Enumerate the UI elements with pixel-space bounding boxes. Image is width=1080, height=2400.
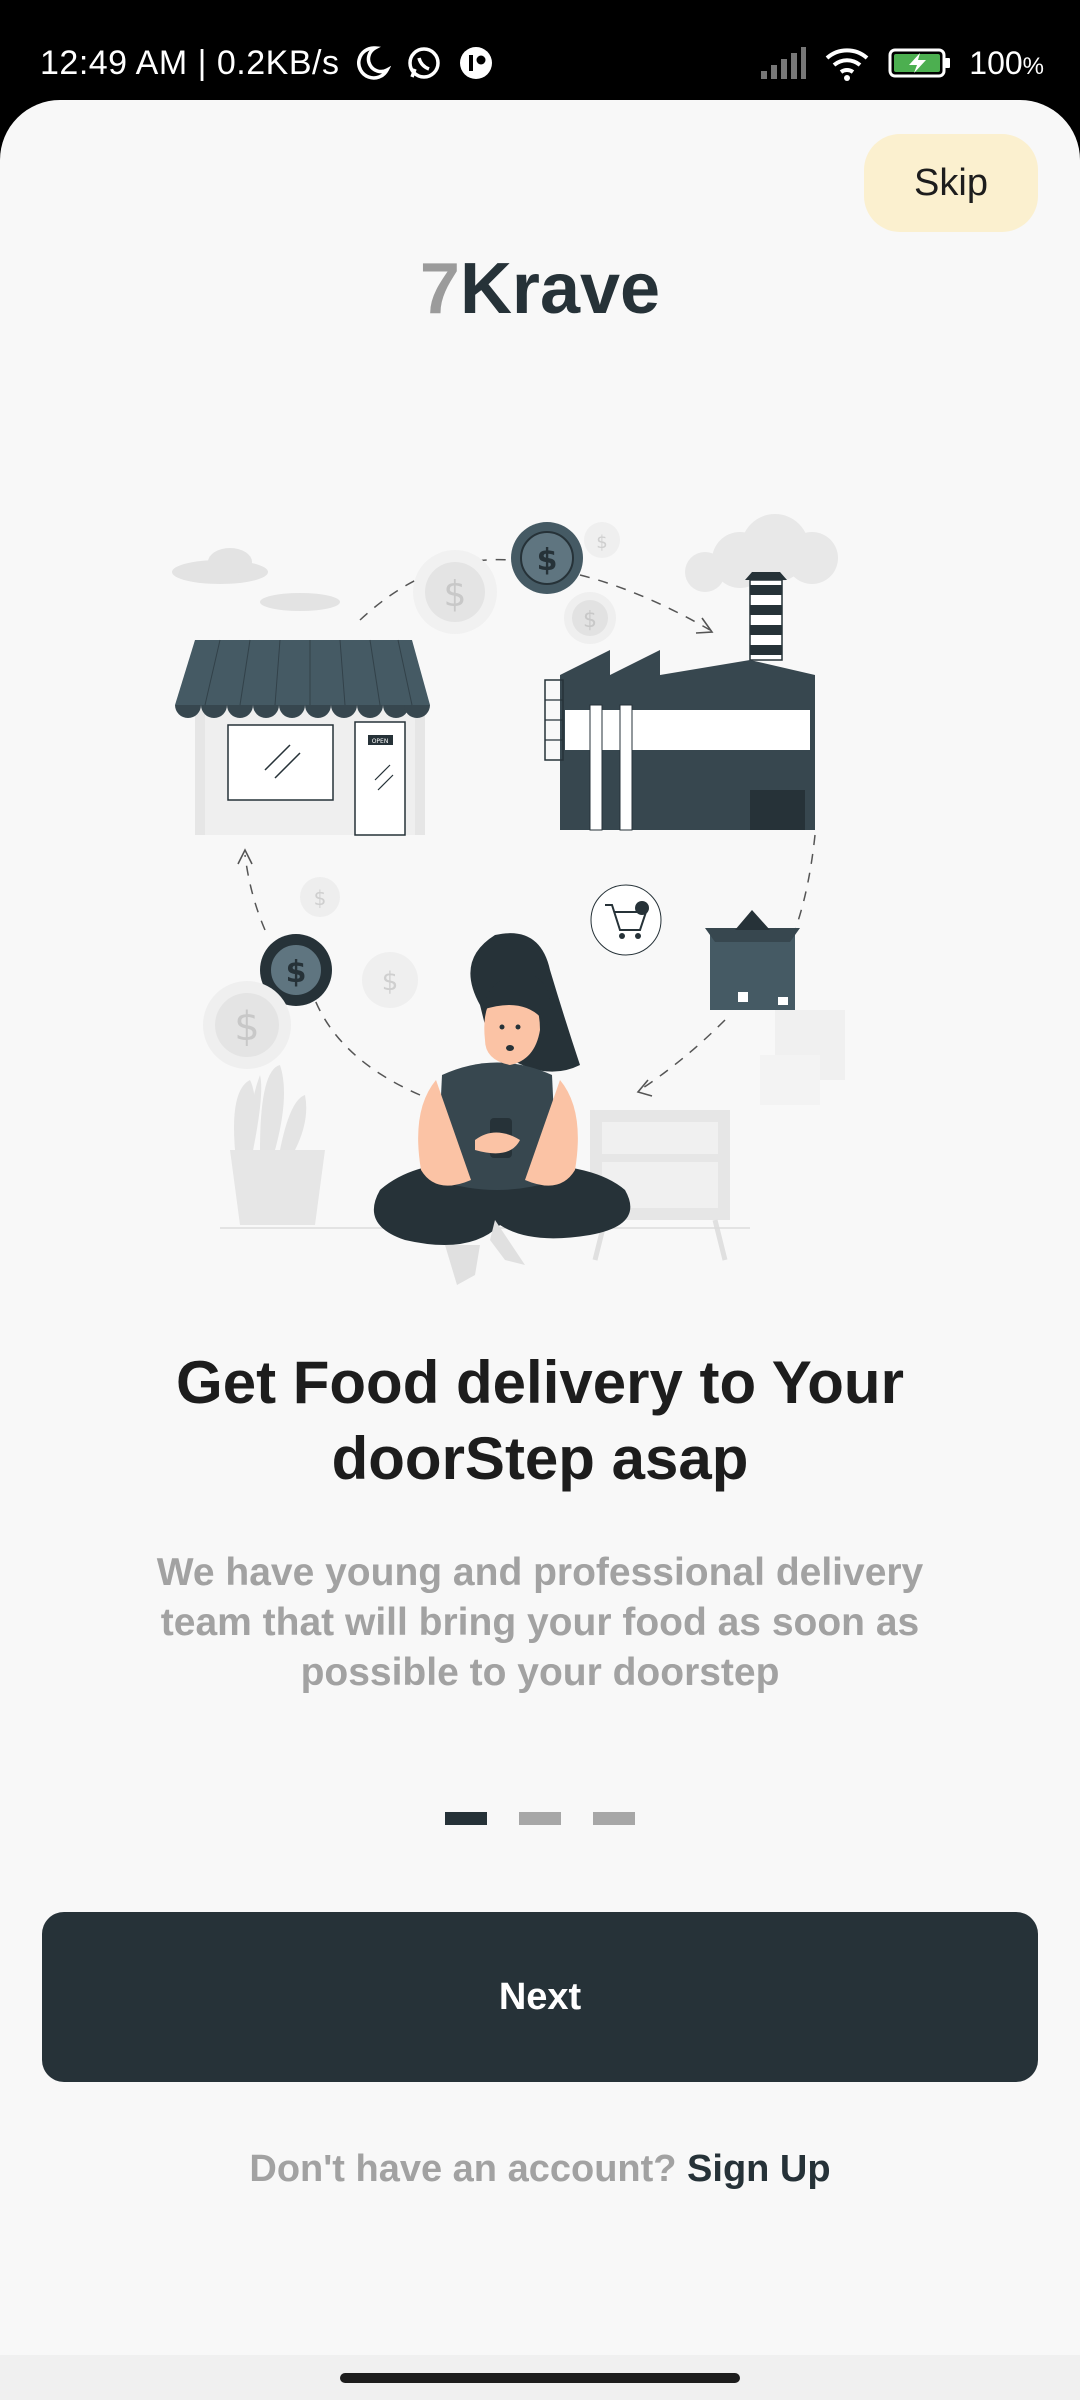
wifi-icon — [823, 44, 871, 82]
svg-text:$: $ — [583, 608, 597, 633]
signal-icon — [759, 45, 807, 81]
svg-text:$: $ — [596, 532, 607, 553]
signup-row: Don't have an account? Sign Up — [0, 2148, 1080, 2191]
status-time-speed: 12:49 AM | 0.2KB/s — [40, 43, 340, 82]
signup-prompt: Don't have an account? — [249, 2148, 677, 2190]
next-button[interactable]: Next — [42, 1912, 1038, 2082]
page-dot — [519, 1812, 561, 1825]
status-left: 12:49 AM | 0.2KB/s — [40, 38, 495, 88]
svg-text:$: $ — [286, 955, 307, 990]
battery-percent-value: 100 — [969, 44, 1023, 81]
svg-text:$: $ — [314, 886, 327, 910]
app-logo: 7Krave — [0, 248, 1080, 330]
battery-charging-icon — [887, 45, 953, 81]
battery-percent: 100% — [969, 45, 1044, 82]
logo-prefix: 7 — [419, 249, 460, 329]
svg-text:$: $ — [444, 574, 467, 615]
signup-link[interactable]: Sign Up — [687, 2148, 831, 2190]
page-indicator — [0, 1812, 1080, 1825]
onboarding-title: Get Food delivery to Your doorStep asap — [176, 1349, 904, 1492]
box-shape — [705, 910, 845, 1105]
moon-icon — [353, 44, 392, 82]
status-bar: 12:49 AM | 0.2KB/s 100% — [0, 0, 1080, 100]
whatsapp-icon — [405, 44, 443, 82]
svg-text:$: $ — [537, 543, 558, 578]
cloud-shape — [172, 548, 340, 611]
onboarding-screen: Skip 7Krave $ $ $ $ $ $ $ $ OPEN Get Foo… — [0, 100, 1080, 2355]
page-dot — [593, 1812, 635, 1825]
open-sign-text: OPEN — [372, 738, 389, 745]
store-shape: OPEN — [175, 639, 430, 836]
cart-bubble-shape — [590, 884, 662, 956]
plant-shape — [230, 1065, 325, 1225]
svg-text:$: $ — [234, 1004, 259, 1050]
svg-text:$: $ — [382, 967, 399, 997]
home-indicator[interactable] — [340, 2373, 740, 2383]
status-right: 100% — [759, 38, 1044, 88]
logo-name: Krave — [459, 249, 661, 329]
skip-button[interactable]: Skip — [864, 134, 1038, 232]
food-delivery-illustration: $ $ $ $ $ $ $ $ OPEN — [172, 514, 845, 1285]
app-notification-icon — [457, 44, 495, 82]
battery-percent-suffix: % — [1022, 52, 1044, 80]
onboarding-description: We have young and professional delivery … — [156, 1551, 924, 1694]
page-dot-active — [445, 1812, 487, 1825]
